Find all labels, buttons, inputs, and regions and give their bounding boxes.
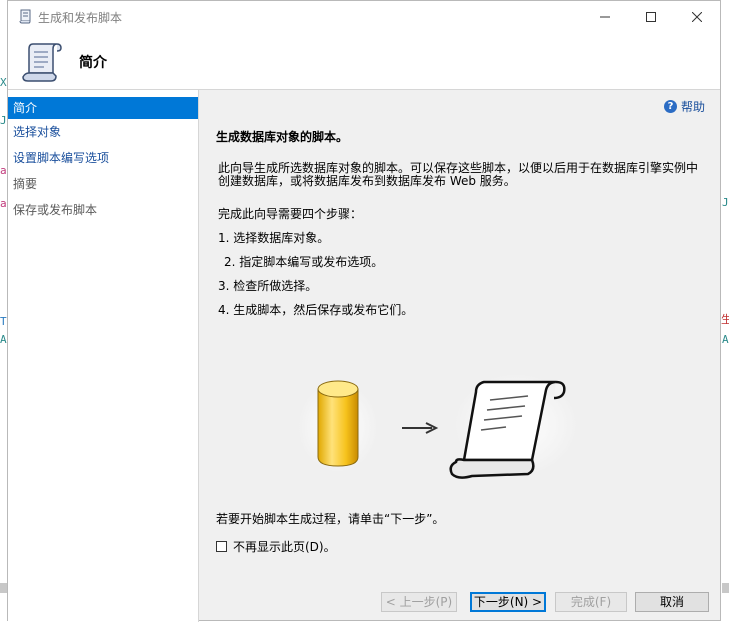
background-glyph: T <box>0 315 7 328</box>
nav-item-summary: 摘要 <box>13 177 38 191</box>
maximize-button[interactable] <box>628 1 674 32</box>
scroll-icon <box>19 9 31 24</box>
content-title: 生成数据库对象的脚本。 <box>216 130 349 144</box>
background-glyph: J <box>722 196 729 209</box>
checkbox-box[interactable] <box>216 541 227 552</box>
close-button[interactable] <box>674 1 720 32</box>
background-scrollbar <box>722 583 729 593</box>
help-label: 帮助 <box>681 100 706 114</box>
close-icon <box>692 11 702 22</box>
background-glyph: A <box>722 333 729 346</box>
content-description: 此向导生成所选数据库对象的脚本。可以保存这些脚本，以便以后用于在数据库引擎实例中… <box>218 161 699 188</box>
background-glyph: X <box>0 76 7 89</box>
content-panel: ? 帮助 生成数据库对象的脚本。 此向导生成所选数据库对象的脚本。可以保存这些脚… <box>199 90 720 578</box>
step-item: 4. 生成脚本，然后保存或发布它们。 <box>218 303 414 317</box>
wizard-illustration <box>298 373 578 479</box>
window-title: 生成和发布脚本 <box>38 11 123 25</box>
background-glyph: a <box>0 164 7 177</box>
start-hint: 若要开始脚本生成过程，请单击“下一步”。 <box>216 512 445 526</box>
wizard-footer: < 上一步(P) 下一步(N) > 完成(F) 取消 <box>199 578 720 620</box>
finish-button[interactable]: 完成(F) <box>555 592 627 612</box>
step-item: 2. 指定脚本编写或发布选项。 <box>224 255 384 269</box>
steps-label: 完成此向导需要四个步骤： <box>218 207 363 221</box>
background-glyph: 生 <box>721 313 729 326</box>
minimize-button[interactable] <box>582 1 628 32</box>
help-icon: ? <box>664 100 677 113</box>
step-item: 1. 选择数据库对象。 <box>218 231 330 245</box>
cancel-button[interactable]: 取消 <box>635 592 709 612</box>
page-title: 简介 <box>79 55 107 71</box>
scroll-icon <box>22 43 62 82</box>
wizard-window: 生成和发布脚本 简介 简介 选择对象 设置脚本编写选项 摘要 保存或发布脚本 ?… <box>7 0 721 622</box>
previous-button[interactable]: < 上一步(P) <box>381 592 457 612</box>
database-icon <box>317 380 359 467</box>
background-glyph: A <box>0 333 7 346</box>
nav-item-intro[interactable]: 简介 <box>8 97 198 119</box>
maximize-icon <box>646 11 656 22</box>
dont-show-again-label: 不再显示此页(D)。 <box>233 540 336 554</box>
next-button[interactable]: 下一步(N) > <box>470 592 546 612</box>
background-glyph: J <box>0 114 7 127</box>
help-link[interactable]: ? 帮助 <box>664 98 705 115</box>
dont-show-again-checkbox[interactable]: 不再显示此页(D)。 <box>216 538 336 555</box>
arrow-right-icon <box>402 422 439 434</box>
page-header: 简介 <box>8 32 720 89</box>
title-bar[interactable]: 生成和发布脚本 <box>8 1 720 32</box>
background-glyph: a <box>0 197 7 210</box>
wizard-nav: 简介 选择对象 设置脚本编写选项 摘要 保存或发布脚本 <box>8 90 198 622</box>
step-item: 3. 检查所做选择。 <box>218 279 318 293</box>
nav-item-save-or-publish: 保存或发布脚本 <box>13 203 98 217</box>
nav-item-scripting-options[interactable]: 设置脚本编写选项 <box>8 147 198 169</box>
minimize-icon <box>600 16 610 17</box>
nav-item-choose-objects[interactable]: 选择对象 <box>8 121 198 143</box>
